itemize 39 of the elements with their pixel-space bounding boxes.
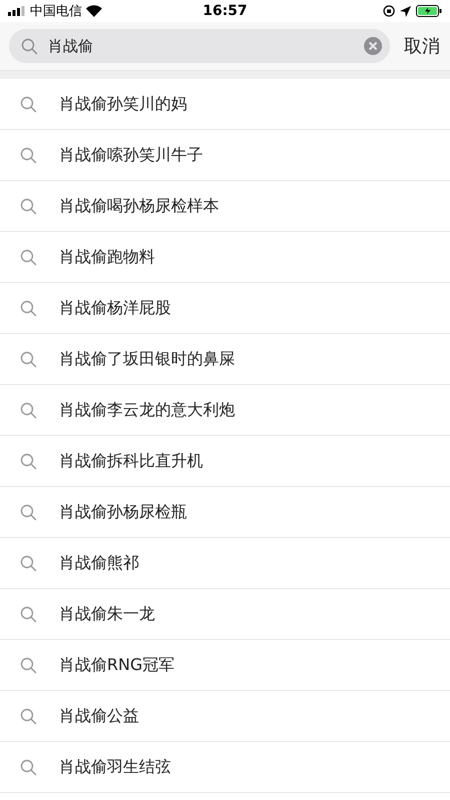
wifi-icon: [86, 5, 102, 17]
suggestion-item[interactable]: 肖战偷羽生结弦: [59, 756, 171, 778]
suggestion-item[interactable]: 肖战偷RNG冠军: [59, 654, 174, 676]
clear-icon[interactable]: [364, 37, 382, 55]
search-icon: [20, 554, 37, 572]
search-icon: [20, 300, 37, 316]
cancel-button[interactable]: 取消: [404, 34, 440, 58]
suggestion-item[interactable]: 肖战偷拆科比直升机: [59, 450, 203, 472]
search-icon: [20, 146, 37, 164]
search-field[interactable]: 肖战偷: [9, 29, 390, 63]
rotation-lock-icon: [383, 5, 396, 17]
suggestion-item[interactable]: 肖战偷熊祁: [59, 552, 139, 574]
suggestion-item[interactable]: 肖战偷孙笑川的妈: [59, 94, 187, 114]
signal-icon: [8, 6, 26, 16]
search-icon: [20, 656, 37, 674]
search-icon: [20, 504, 37, 520]
suggestion-item[interactable]: 肖战偷公益: [59, 706, 139, 726]
suggestion-item[interactable]: 肖战偷杨洋屁股: [59, 298, 171, 318]
search-icon: [20, 402, 37, 418]
suggestion-item[interactable]: 肖战偷喝孙杨尿检样本: [59, 196, 219, 216]
suggestion-item[interactable]: 肖战偷李云龙的意大利炮: [59, 400, 235, 420]
search-icon: [21, 38, 38, 54]
search-icon: [20, 452, 37, 470]
status-time: 16:57: [202, 3, 248, 19]
search-icon: [20, 606, 37, 622]
search-icon: [20, 758, 37, 776]
search-icon: [20, 96, 37, 112]
suggestion-item[interactable]: 肖战偷跑物料: [59, 246, 155, 268]
carrier-name: 中国电信: [30, 3, 82, 20]
suggestion-item[interactable]: 肖战偷朱一龙: [59, 604, 155, 624]
search-icon: [20, 350, 37, 368]
battery-icon: [416, 5, 442, 17]
search-icon: [20, 708, 37, 724]
suggestion-item[interactable]: 肖战偷了坂田银时的鼻屎: [59, 348, 235, 370]
search-icon: [20, 198, 37, 214]
suggestion-item[interactable]: 肖战偷孙杨尿检瓶: [59, 502, 187, 522]
location-icon: [400, 6, 412, 16]
suggestion-item[interactable]: 肖战偷嗦孙笑川牛子: [59, 144, 203, 166]
search-icon: [20, 248, 37, 266]
